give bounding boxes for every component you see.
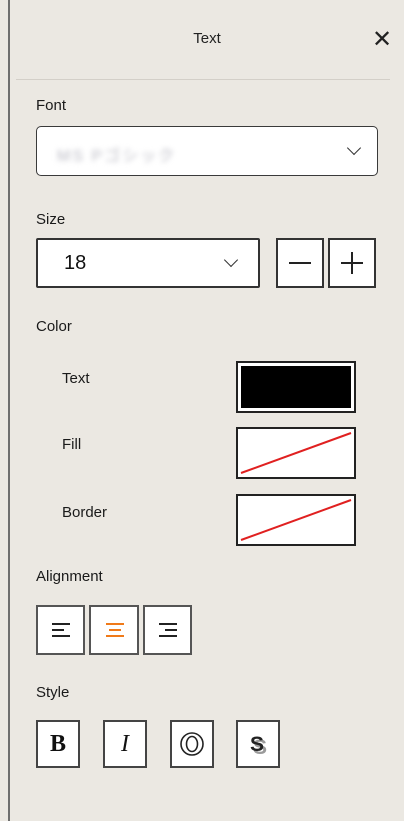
chevron-down-icon [223, 252, 239, 268]
font-dropdown[interactable]: MS Pゴシック [36, 126, 378, 176]
size-label: Size [36, 211, 66, 228]
decrease-size-button[interactable] [276, 238, 324, 288]
bold-button[interactable]: B [36, 720, 80, 768]
fill-color-label: Fill [62, 436, 82, 453]
close-button[interactable]: ✕ [368, 24, 396, 54]
italic-icon: I [121, 730, 129, 757]
outline-icon [180, 732, 204, 756]
text-color-swatch[interactable] [236, 361, 356, 413]
text-settings-panel: Text ✕ Font MS Pゴシック Size 18 Color Text … [10, 0, 404, 821]
shadow-icon: S S [250, 733, 267, 758]
chevron-down-icon [346, 140, 362, 156]
bold-icon: B [49, 730, 66, 757]
border-color-swatch[interactable] [236, 494, 356, 546]
text-color-label: Text [62, 370, 90, 387]
panel-title: Text [193, 30, 221, 47]
size-dropdown-value: 18 [64, 252, 87, 274]
align-right-button[interactable] [142, 605, 192, 655]
no-color-icon [240, 499, 352, 541]
color-label: Color [36, 318, 72, 335]
align-left-button[interactable] [36, 605, 86, 655]
no-color-icon [240, 432, 352, 474]
outline-button[interactable] [170, 720, 214, 768]
size-dropdown[interactable]: 18 [36, 238, 260, 288]
header-divider [16, 79, 390, 80]
style-label: Style [36, 684, 70, 701]
alignment-label: Alignment [36, 568, 103, 585]
align-center-button[interactable] [89, 605, 139, 655]
svg-text:S: S [250, 733, 264, 756]
shadow-button[interactable]: S S [236, 720, 280, 768]
border-color-label: Border [62, 504, 108, 521]
font-dropdown-value: MS Pゴシック [57, 148, 177, 165]
close-icon: ✕ [371, 25, 393, 53]
alignment-group [36, 605, 196, 655]
fill-color-swatch[interactable] [236, 427, 356, 479]
font-label: Font [36, 97, 67, 114]
panel-header: Text ✕ [10, 0, 404, 80]
increase-size-button[interactable] [328, 238, 376, 288]
italic-button[interactable]: I [103, 720, 147, 768]
